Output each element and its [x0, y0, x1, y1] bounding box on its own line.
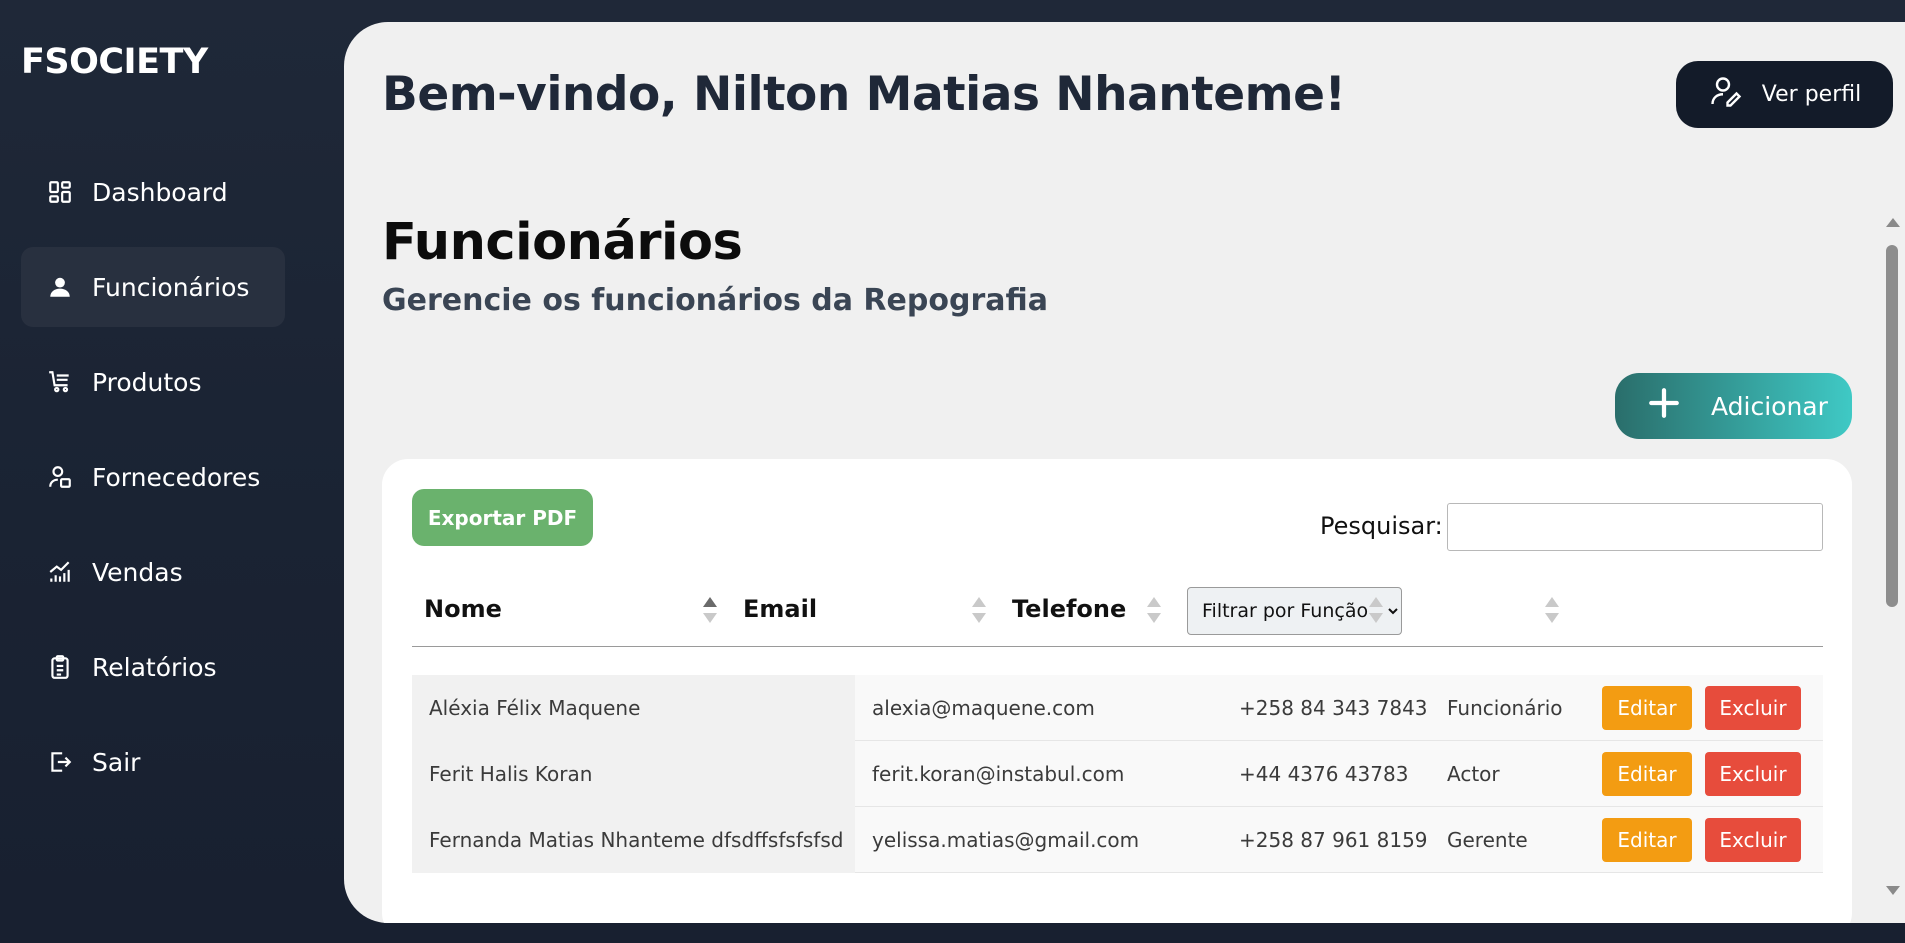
sidebar-item-label: Funcionários	[92, 272, 250, 302]
user-icon	[47, 274, 73, 300]
delete-button[interactable]: Excluir	[1705, 752, 1801, 796]
sidebar-item-label: Produtos	[92, 367, 202, 397]
user-edit-icon	[1708, 74, 1744, 116]
cell-role: Gerente	[1447, 828, 1528, 852]
column-header-phone[interactable]: Telefone	[1012, 571, 1126, 647]
sidebar-item-vendas[interactable]: Vendas	[21, 532, 285, 612]
main-panel: Bem-vindo, Nilton Matias Nhanteme! Ver p…	[344, 22, 1905, 923]
column-header-email[interactable]: Email	[743, 571, 817, 647]
sidebar-item-label: Dashboard	[92, 177, 228, 207]
sort-icon[interactable]	[1369, 597, 1383, 623]
sidebar-item-funcionarios[interactable]: Funcionários	[21, 247, 285, 327]
sidebar-item-fornecedores[interactable]: Fornecedores	[21, 437, 285, 517]
cell-phone: +44 4376 43783	[1239, 762, 1409, 786]
clipboard-icon	[47, 654, 73, 680]
cell-name: Fernanda Matias Nhanteme dfsdffsfsfsfsd	[412, 807, 855, 873]
table-row: Ferit Halis Koran ferit.koran@instabul.c…	[412, 741, 1823, 807]
dashboard-icon	[47, 179, 73, 205]
sidebar-item-relatorios[interactable]: Relatórios	[21, 627, 285, 707]
cell-name: Ferit Halis Koran	[412, 741, 855, 807]
delete-button[interactable]: Excluir	[1705, 686, 1801, 730]
sort-icon[interactable]	[1545, 597, 1559, 623]
plus-icon	[1647, 386, 1681, 426]
employees-table-card: Exportar PDF Pesquisar: Nome Email Telef…	[382, 459, 1852, 923]
export-pdf-button[interactable]: Exportar PDF	[412, 489, 593, 546]
cell-email: ferit.koran@instabul.com	[872, 762, 1125, 786]
sidebar-item-label: Vendas	[92, 557, 183, 587]
table-body: Aléxia Félix Maquene alexia@maquene.com …	[412, 675, 1823, 873]
add-button-label: Adicionar	[1711, 391, 1828, 421]
cell-role: Funcionário	[1447, 696, 1563, 720]
scroll-down-arrow-icon[interactable]	[1886, 886, 1900, 895]
cell-name: Aléxia Félix Maquene	[412, 675, 855, 741]
sort-icon[interactable]	[1147, 597, 1161, 623]
table-row: Aléxia Félix Maquene alexia@maquene.com …	[412, 675, 1823, 741]
sidebar-item-sair[interactable]: Sair	[21, 722, 285, 802]
sidebar-nav: Dashboard Funcionários Produtos Forneced…	[21, 152, 285, 817]
brand-logo: FSOCIETY	[21, 42, 208, 82]
supplier-icon	[47, 464, 73, 490]
delete-button[interactable]: Excluir	[1705, 818, 1801, 862]
sidebar-item-label: Fornecedores	[92, 462, 261, 492]
cell-email: yelissa.matias@gmail.com	[872, 828, 1140, 852]
cell-phone: +258 84 343 7843	[1239, 696, 1428, 720]
edit-button[interactable]: Editar	[1602, 818, 1692, 862]
chart-icon	[47, 559, 73, 585]
cell-email: alexia@maquene.com	[872, 696, 1095, 720]
cell-phone: +258 87 961 8159	[1239, 828, 1428, 852]
table-row: Fernanda Matias Nhanteme dfsdffsfsfsfsd …	[412, 807, 1823, 873]
vertical-scrollbar[interactable]	[1883, 210, 1901, 903]
view-profile-button[interactable]: Ver perfil	[1676, 61, 1893, 128]
content-area: Funcionários Gerencie os funcionários da…	[344, 187, 1864, 923]
sidebar-item-dashboard[interactable]: Dashboard	[21, 152, 285, 232]
cart-icon	[47, 369, 73, 395]
page-title: Funcionários	[382, 213, 743, 272]
table-header: Nome Email Telefone Filtrar por Função	[412, 571, 1823, 647]
welcome-heading: Bem-vindo, Nilton Matias Nhanteme!	[382, 67, 1346, 122]
column-header-name[interactable]: Nome	[424, 571, 502, 647]
scrollbar-thumb[interactable]	[1886, 245, 1898, 607]
add-employee-button[interactable]: Adicionar	[1615, 373, 1852, 439]
logout-icon	[47, 749, 73, 775]
sort-icon[interactable]	[972, 597, 986, 623]
sort-icon[interactable]	[703, 597, 717, 623]
edit-button[interactable]: Editar	[1602, 752, 1692, 796]
scroll-up-arrow-icon[interactable]	[1886, 218, 1900, 227]
sidebar-item-label: Sair	[92, 747, 141, 777]
sidebar-item-label: Relatórios	[92, 652, 217, 682]
search-label: Pesquisar:	[1320, 512, 1443, 540]
page-subtitle: Gerencie os funcionários da Repografia	[382, 283, 1048, 318]
edit-button[interactable]: Editar	[1602, 686, 1692, 730]
view-profile-label: Ver perfil	[1761, 82, 1862, 107]
sidebar-item-produtos[interactable]: Produtos	[21, 342, 285, 422]
cell-role: Actor	[1447, 762, 1500, 786]
search-input[interactable]	[1447, 503, 1823, 551]
